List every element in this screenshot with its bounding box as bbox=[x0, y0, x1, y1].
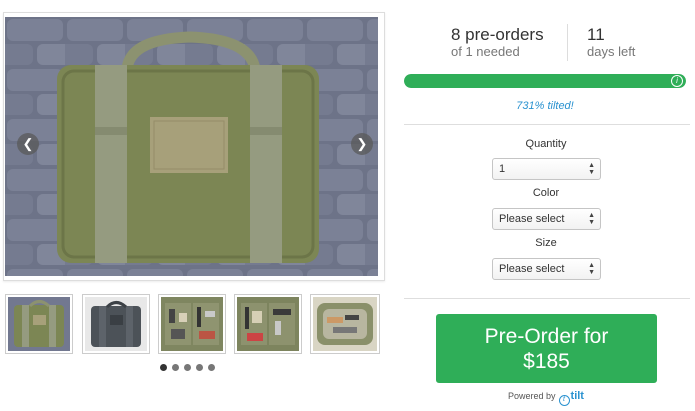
color-label: Color bbox=[532, 187, 560, 199]
thumbnail-strip bbox=[5, 294, 385, 354]
size-value: Please select bbox=[499, 263, 565, 275]
thumbnail-grey-bag[interactable] bbox=[82, 294, 150, 354]
preorder-count: 8 pre-orders bbox=[451, 25, 544, 44]
carousel-dot[interactable] bbox=[196, 364, 203, 371]
chevron-right-icon[interactable]: ❯ bbox=[351, 133, 373, 155]
tilt-logo-icon: t bbox=[558, 395, 570, 406]
thumbnail-open-bag-2[interactable] bbox=[234, 294, 302, 354]
thumbnail-open-bag-1[interactable] bbox=[158, 294, 226, 354]
select-arrows-icon: ▲ ▼ bbox=[588, 162, 595, 176]
color-value: Please select bbox=[499, 213, 565, 225]
preorder-button-price: $185 bbox=[523, 350, 570, 373]
preorder-button[interactable]: Pre-Order for $185 bbox=[436, 314, 657, 383]
progress-bar bbox=[404, 74, 686, 88]
preorders-needed: of 1 needed bbox=[451, 44, 520, 59]
preorder-button-line1: Pre-Order for bbox=[484, 325, 609, 348]
carousel-dot[interactable] bbox=[184, 364, 191, 371]
select-arrows-icon: ▲ ▼ bbox=[588, 262, 595, 276]
days-left-label: days left bbox=[587, 44, 636, 59]
tilt-brand: tilt bbox=[570, 390, 584, 402]
color-select[interactable]: Please select ▲ ▼ bbox=[492, 208, 601, 230]
select-arrows-icon: ▲ ▼ bbox=[588, 212, 595, 226]
carousel-dot[interactable] bbox=[160, 364, 167, 371]
divider bbox=[404, 298, 690, 299]
carousel-dot[interactable] bbox=[208, 364, 215, 371]
progress-fill bbox=[404, 74, 686, 88]
info-icon[interactable]: i bbox=[671, 75, 683, 87]
days-left-count: 11 bbox=[587, 25, 605, 44]
main-product-image[interactable] bbox=[5, 17, 378, 276]
quantity-select[interactable]: 1 ▲ ▼ bbox=[492, 158, 601, 180]
tilt-percent: 731% tilted! bbox=[516, 100, 574, 112]
size-label: Size bbox=[535, 237, 557, 249]
powered-by-label: Powered by bbox=[508, 391, 556, 401]
carousel-dot[interactable] bbox=[172, 364, 179, 371]
quantity-value: 1 bbox=[499, 163, 506, 175]
carousel-dots bbox=[160, 364, 215, 371]
thumbnail-open-bag-3[interactable] bbox=[310, 294, 380, 354]
thumbnail-olive-bag[interactable] bbox=[5, 294, 73, 354]
size-select[interactable]: Please select ▲ ▼ bbox=[492, 258, 601, 280]
quantity-label: Quantity bbox=[525, 138, 567, 150]
stat-divider bbox=[567, 24, 568, 61]
divider bbox=[404, 124, 690, 125]
chevron-left-icon[interactable]: ❮ bbox=[17, 133, 39, 155]
powered-by-tilt[interactable]: Powered by t tilt bbox=[508, 390, 584, 406]
